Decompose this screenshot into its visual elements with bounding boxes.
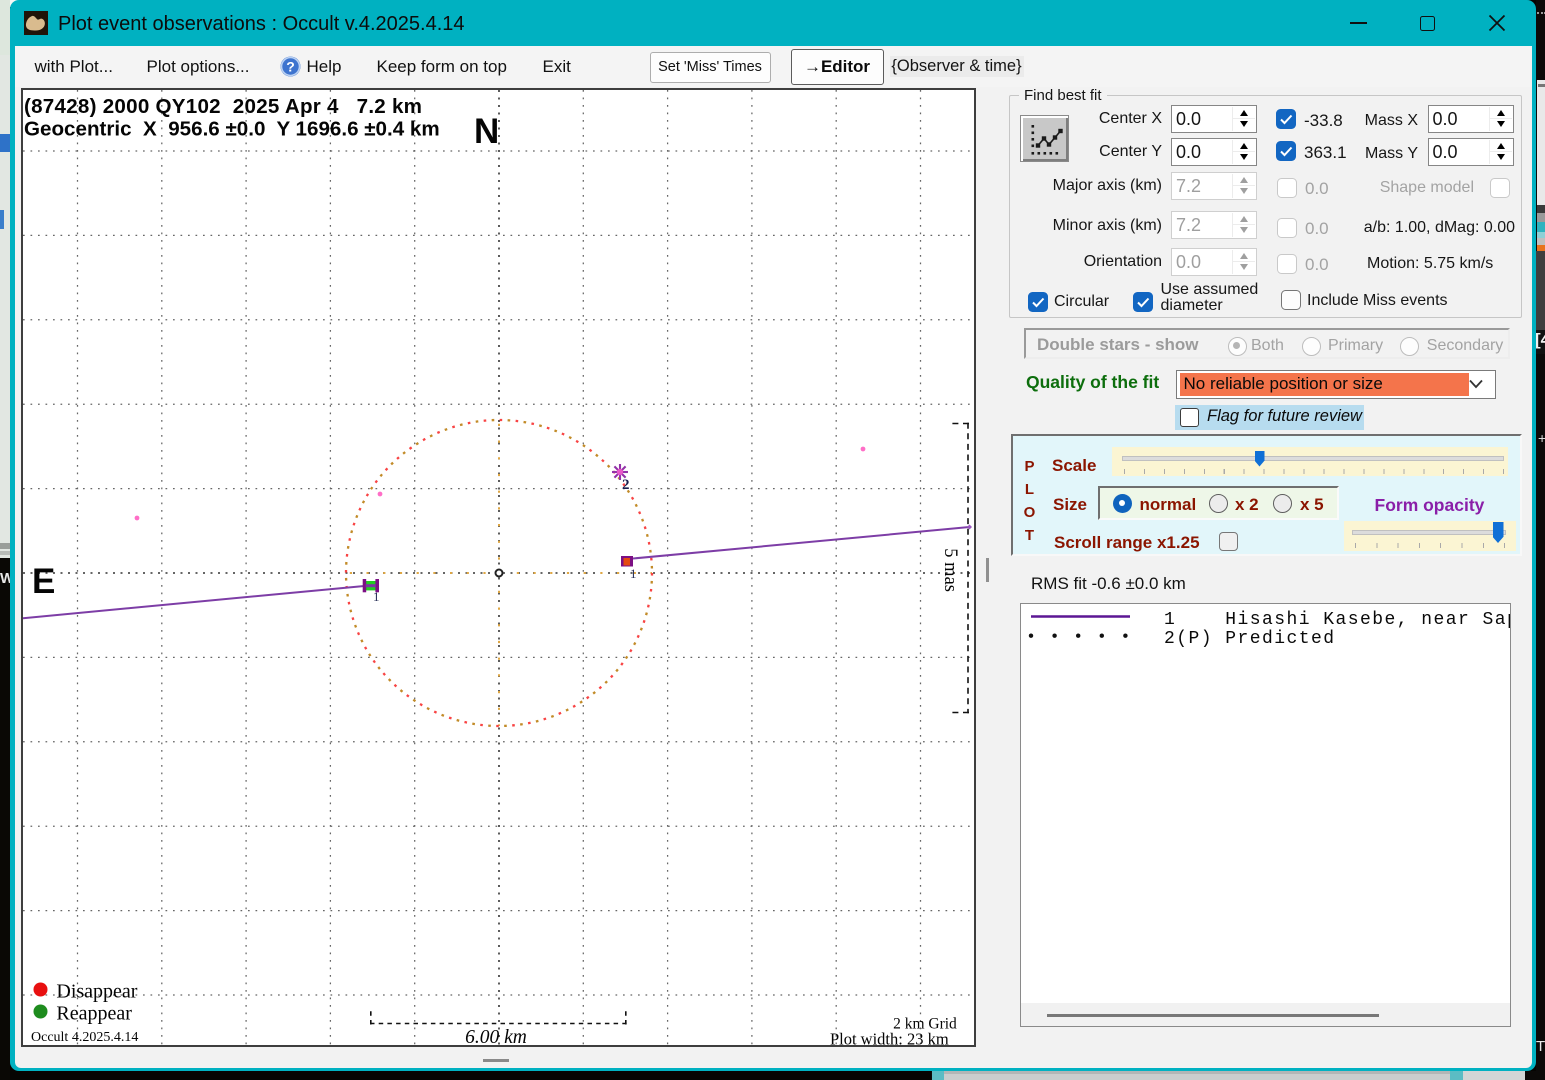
svg-text:Reappear: Reappear [56,1003,132,1025]
svg-text:N: N [474,112,499,151]
svg-text:1: 1 [373,589,380,604]
svg-text:(87428) 2000 QY102 2025 Apr 4: (87428) 2000 QY102 2025 Apr 4 7.2 km [24,95,422,118]
svg-text:Geocentric X 956.6 ±0.0 Y 1: Geocentric X 956.6 ±0.0 Y 1696.6 ±0.4 km [24,118,440,141]
svg-text:Occult 4.2025.4.14: Occult 4.2025.4.14 [31,1030,138,1045]
svg-text:2: 2 [622,477,630,493]
svg-text:?: ? [286,59,295,75]
svg-text:Disappear: Disappear [56,981,137,1003]
svg-text:Plot width: 23 km: Plot width: 23 km [830,1030,949,1045]
svg-text:E: E [32,562,55,601]
svg-text:6.00 km: 6.00 km [465,1027,527,1045]
svg-text:5 mas: 5 mas [940,548,960,592]
svg-text:1: 1 [630,566,637,581]
